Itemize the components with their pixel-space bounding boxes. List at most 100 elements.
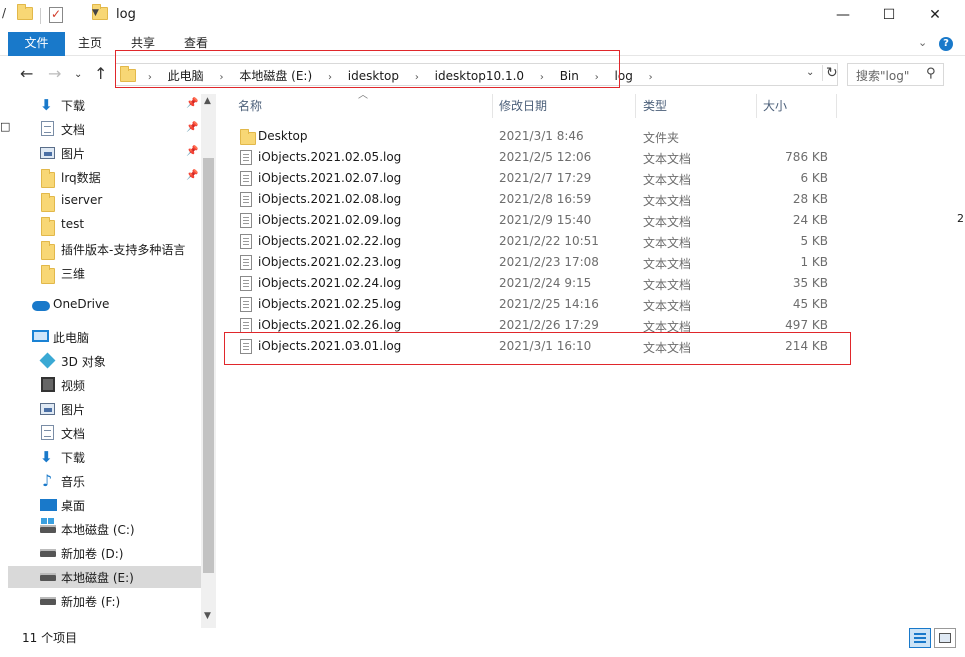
column-header-name[interactable]: 名称: [238, 94, 262, 118]
pin-icon[interactable]: 📌: [186, 122, 198, 133]
properties-icon[interactable]: [49, 7, 63, 23]
sidebar-item-plugin-version[interactable]: 插件版本-支持多种语言: [8, 238, 201, 260]
folder-icon: [41, 217, 55, 236]
up-icon[interactable]: ↑: [94, 64, 107, 83]
pin-icon[interactable]: 📌: [186, 98, 198, 109]
sidebar-item-videos[interactable]: 视频: [8, 374, 201, 396]
file-date: 2021/2/26 17:29: [499, 318, 599, 332]
sidebar-item-label: 图片: [61, 403, 86, 417]
file-type: 文本文档: [643, 299, 692, 313]
file-row[interactable]: iObjects.2021.02.22.log 2021/2/22 10:51 文本…: [236, 231, 848, 252]
file-name: iObjects.2021.02.23.log: [258, 255, 402, 269]
3d-objects-icon: [39, 352, 56, 369]
sidebar-item-onedrive[interactable]: OneDrive: [8, 294, 201, 316]
sidebar-item-downloads[interactable]: ⬇ 下载: [8, 446, 201, 468]
breadcrumb-separator-icon[interactable]: ›: [649, 72, 653, 83]
large-icons-view-button[interactable]: [934, 628, 956, 648]
sidebar-item-documents-quick[interactable]: 文档 📌: [8, 118, 201, 140]
sidebar-item-drive-f[interactable]: 新加卷 (F:): [8, 590, 201, 612]
scroll-down-icon[interactable]: ▼: [204, 611, 211, 621]
file-type: 文本文档: [643, 257, 692, 271]
close-button[interactable]: ✕: [912, 0, 958, 32]
scrollbar-thumb[interactable]: [203, 158, 214, 573]
sidebar-item-pictures[interactable]: 图片: [8, 398, 201, 420]
file-row[interactable]: iObjects.2021.02.05.log 2021/2/5 12:06 文本文…: [236, 147, 848, 168]
column-header-type[interactable]: 类型: [643, 94, 667, 118]
address-highlight-box: [115, 50, 620, 88]
sidebar-item-label: 桌面: [61, 499, 86, 513]
file-name: iObjects.2021.02.25.log: [258, 297, 402, 311]
file-row[interactable]: iObjects.2021.02.25.log 2021/2/25 14:16 文本…: [236, 294, 848, 315]
folder-icon: [41, 193, 55, 212]
pin-icon[interactable]: 📌: [186, 146, 198, 157]
file-row[interactable]: iObjects.2021.02.07.log 2021/2/7 17:29 文本文…: [236, 168, 848, 189]
sidebar-item-label: 本地磁盘 (C:): [61, 523, 135, 537]
folder-icon: [240, 129, 256, 145]
status-bar: 11 个项目: [0, 628, 965, 657]
tab-file[interactable]: 文件: [8, 32, 65, 56]
sidebar-item-drive-d[interactable]: 新加卷 (D:): [8, 542, 201, 564]
file-row[interactable]: iObjects.2021.02.09.log 2021/2/9 15:40 文本文…: [236, 210, 848, 231]
drive-icon: [40, 573, 56, 581]
folder-icon: [41, 169, 55, 188]
column-header-size[interactable]: 大小: [763, 94, 787, 118]
text-document-icon: [240, 171, 252, 186]
edge-fragment: □: [0, 120, 11, 133]
expand-ribbon-icon[interactable]: ⌄: [918, 36, 927, 49]
file-row[interactable]: iObjects.2021.02.08.log 2021/2/8 16:59 文本文…: [236, 189, 848, 210]
navigation-pane: ⬇ 下载 📌 文档 📌 图片 📌 lrq数据 📌 iserver test 插件…: [8, 94, 216, 628]
sidebar-item-3d-objects[interactable]: 3D 对象: [8, 350, 201, 372]
sidebar-item-documents[interactable]: 文档: [8, 422, 201, 444]
file-date: 2021/2/5 12:06: [499, 150, 592, 164]
file-date: 2021/2/25 14:16: [499, 297, 599, 311]
help-icon[interactable]: ?: [939, 37, 953, 51]
quick-access-divider: [40, 8, 41, 24]
sidebar-item-music[interactable]: ♪ 音乐: [8, 470, 201, 492]
file-date: 2021/2/23 17:08: [499, 255, 599, 269]
sidebar-item-this-pc[interactable]: 此电脑: [8, 326, 201, 348]
search-icon[interactable]: ⚲: [926, 66, 936, 81]
address-history-dropdown-icon[interactable]: ⌄: [806, 67, 814, 78]
tab-home[interactable]: 主页: [72, 32, 108, 56]
file-date: 2021/2/8 16:59: [499, 192, 592, 206]
pin-icon[interactable]: 📌: [186, 170, 198, 181]
sidebar-item-iserver[interactable]: iserver: [8, 190, 201, 212]
back-icon[interactable]: ←: [20, 64, 33, 83]
minimize-button[interactable]: —: [820, 0, 866, 32]
file-date: 2021/2/22 10:51: [499, 234, 599, 248]
scroll-up-icon[interactable]: ▲: [204, 96, 211, 106]
file-name: iObjects.2021.02.24.log: [258, 276, 402, 290]
sidebar-item-drive-c[interactable]: 本地磁盘 (C:): [8, 518, 201, 540]
document-icon: [41, 121, 54, 136]
text-document-icon: [240, 255, 252, 270]
text-document-icon: [240, 150, 252, 165]
refresh-icon[interactable]: ↻: [822, 65, 838, 81]
file-row[interactable]: iObjects.2021.02.24.log 2021/2/24 9:15 文本文…: [236, 273, 848, 294]
drive-icon: [40, 549, 56, 557]
sidebar-item-3d-folder[interactable]: 三维: [8, 262, 201, 284]
file-row[interactable]: Desktop 2021/3/1 8:46 文件夹: [236, 126, 848, 147]
forward-icon[interactable]: →: [48, 64, 61, 83]
onedrive-icon: [32, 301, 50, 311]
file-name: iObjects.2021.02.22.log: [258, 234, 402, 248]
recent-locations-icon[interactable]: ⌄: [74, 69, 82, 80]
sidebar-item-desktop[interactable]: 桌面: [8, 494, 201, 516]
sidebar-item-lrq-data[interactable]: lrq数据 📌: [8, 166, 201, 188]
column-divider[interactable]: [836, 94, 837, 118]
search-box[interactable]: 搜索"log" ⚲: [847, 63, 944, 86]
sidebar-scrollbar[interactable]: ▲ ▼: [201, 94, 216, 628]
file-row[interactable]: iObjects.2021.02.23.log 2021/2/23 17:08 文本…: [236, 252, 848, 273]
column-divider[interactable]: [756, 94, 757, 118]
column-divider[interactable]: [635, 94, 636, 118]
details-view-button[interactable]: [909, 628, 931, 648]
column-header-date[interactable]: 修改日期: [499, 94, 547, 118]
column-divider[interactable]: [492, 94, 493, 118]
sidebar-item-test[interactable]: test: [8, 214, 201, 236]
sidebar-item-drive-e[interactable]: 本地磁盘 (E:): [8, 566, 201, 588]
sidebar-item-label: 文档: [61, 427, 86, 441]
maximize-button[interactable]: ☐: [866, 0, 912, 32]
quick-access-dropdown-icon[interactable]: ▼: [92, 8, 99, 18]
sidebar-item-label: 插件版本-支持多种语言: [61, 243, 186, 257]
sidebar-item-downloads-quick[interactable]: ⬇ 下载 📌: [8, 94, 201, 116]
sidebar-item-pictures-quick[interactable]: 图片 📌: [8, 142, 201, 164]
